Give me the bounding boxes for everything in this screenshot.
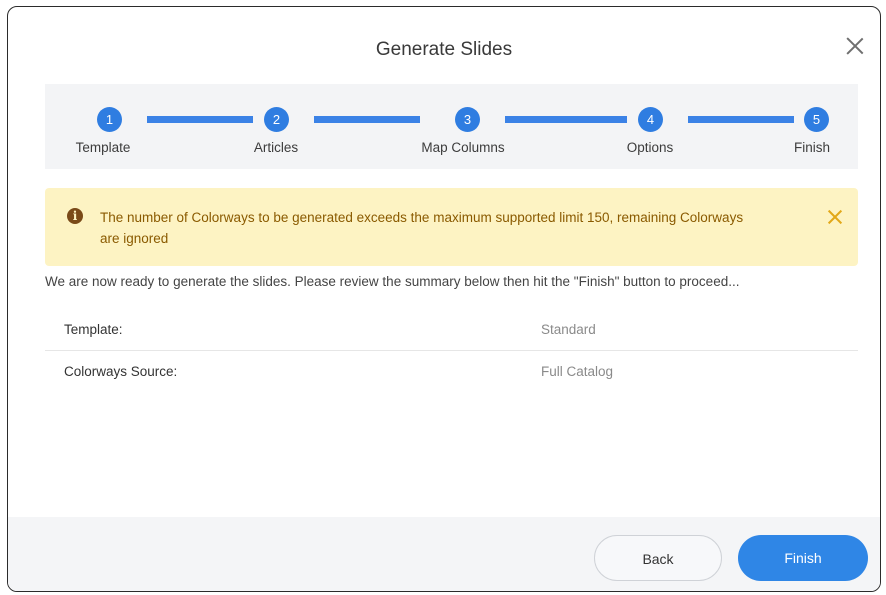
dismiss-warning-icon[interactable] <box>826 208 844 226</box>
generate-slides-dialog: Generate Slides 1 2 3 4 5 Template Artic… <box>7 6 881 592</box>
step-4-circle[interactable]: 4 <box>638 107 663 132</box>
summary-value: Standard <box>541 322 596 337</box>
back-button[interactable]: Back <box>594 535 722 581</box>
info-icon: i <box>67 208 83 224</box>
step-2-circle[interactable]: 2 <box>264 107 289 132</box>
dialog-footer: Back Finish <box>8 517 880 591</box>
summary-row-colorways-source: Colorways Source: Full Catalog <box>45 350 858 392</box>
step-1-circle[interactable]: 1 <box>97 107 122 132</box>
summary-key: Template: <box>64 322 123 337</box>
step-connector <box>314 116 420 123</box>
step-5-label: Finish <box>793 140 831 155</box>
step-connector <box>147 116 253 123</box>
step-connector <box>505 116 627 123</box>
summary-intro-text: We are now ready to generate the slides.… <box>45 274 740 289</box>
step-2-label: Articles <box>253 140 299 155</box>
summary-key: Colorways Source: <box>64 364 178 379</box>
step-3-label: Map Columns <box>421 140 505 155</box>
finish-button[interactable]: Finish <box>738 535 868 581</box>
summary-value: Full Catalog <box>541 364 614 379</box>
close-icon[interactable] <box>844 35 866 57</box>
step-connector <box>688 116 794 123</box>
wizard-stepper: 1 2 3 4 5 Template Articles Map Columns … <box>45 84 858 169</box>
step-5-circle[interactable]: 5 <box>804 107 829 132</box>
step-3-circle[interactable]: 3 <box>455 107 480 132</box>
dialog-title: Generate Slides <box>375 39 513 60</box>
warning-message: The number of Colorways to be generated … <box>100 210 744 246</box>
warning-banner: i The number of Colorways to be generate… <box>45 188 858 266</box>
summary-row-template: Template: Standard <box>45 308 858 351</box>
step-1-label: Template <box>75 140 131 155</box>
step-4-label: Options <box>626 140 674 155</box>
